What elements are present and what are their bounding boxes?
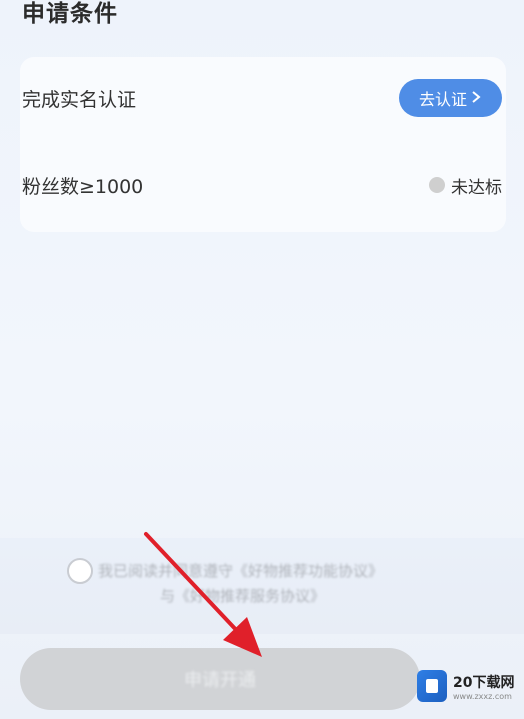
watermark: 20下载网 www.zxxz.com [417,662,520,710]
verify-button[interactable]: 去认证 [399,79,502,117]
status-dot-icon [429,177,445,193]
chevron-right-icon [470,89,482,108]
agreement-text-line1[interactable]: 我已阅读并同意遵守《好物推荐功能协议》 [98,560,383,581]
apply-button[interactable]: 申请开通 [20,648,420,710]
agreement-text-line2[interactable]: 与《好物推荐服务协议》 [160,585,325,606]
status-badge: 未达标 [429,173,502,198]
section-title: 申请条件 [22,1,118,27]
watermark-name: 20下载网 [453,674,515,691]
condition-row-fans: 粉丝数≥1000 未达标 [0,155,524,215]
status-label: 未达标 [451,177,502,198]
watermark-logo-icon [417,670,447,702]
condition-label: 粉丝数≥1000 [22,175,144,198]
verify-button-label: 去认证 [418,90,467,109]
condition-label: 完成实名认证 [22,88,137,111]
watermark-url: www.zxxz.com [453,691,512,701]
condition-row-realname: 完成实名认证 去认证 [0,68,524,128]
agreement-checkbox[interactable] [67,558,93,584]
apply-button-label: 申请开通 [184,670,256,691]
